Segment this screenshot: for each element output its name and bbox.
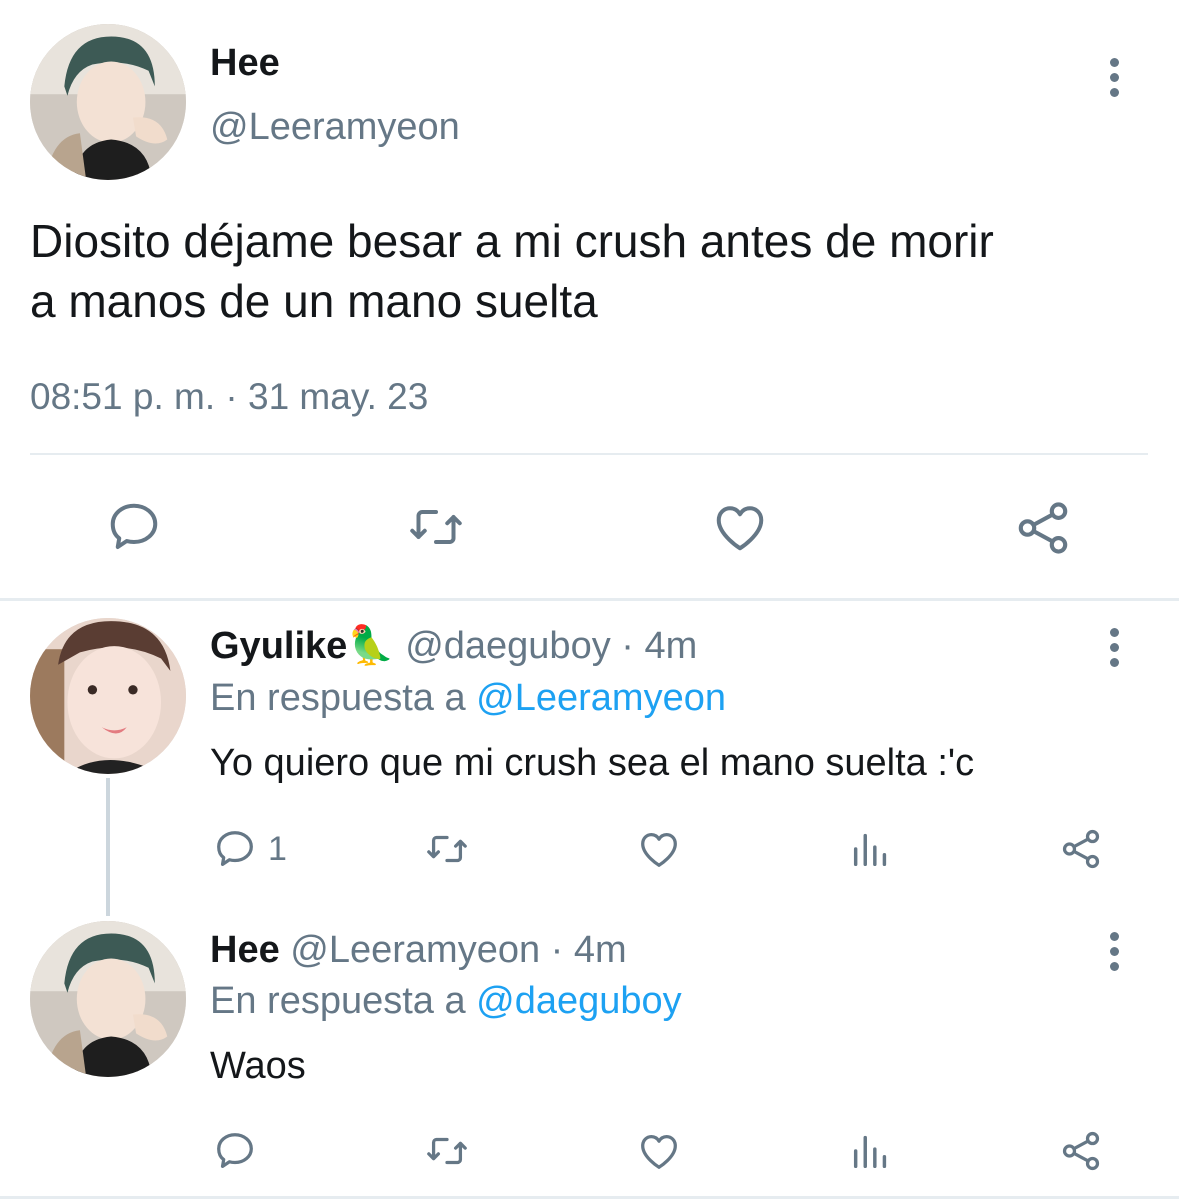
retweet-button[interactable] xyxy=(422,826,472,872)
reply-button[interactable]: 1 xyxy=(212,826,287,872)
like-button[interactable] xyxy=(708,497,772,557)
author-name[interactable]: Gyulike xyxy=(210,625,347,667)
reply-text: Yo quiero que mi crush sea el mano suelt… xyxy=(210,742,975,784)
section-divider xyxy=(0,598,1179,601)
reply-text: Waos xyxy=(210,1045,306,1087)
avatar-image xyxy=(30,921,186,1077)
avatar[interactable] xyxy=(30,921,186,1077)
retweet-icon xyxy=(427,835,467,863)
retweet-button[interactable] xyxy=(406,497,466,557)
parrot-emoji-icon: 🦜 xyxy=(347,625,395,667)
tweet-text-line-2: a manos de un mano suelta xyxy=(30,275,598,327)
avatar[interactable] xyxy=(30,618,186,774)
analytics-icon xyxy=(853,833,887,867)
reply-icon xyxy=(217,831,253,866)
reply-time: · 4m xyxy=(621,625,698,667)
more-options-icon[interactable] xyxy=(1110,932,1120,977)
reply-icon xyxy=(217,1133,253,1168)
share-button[interactable] xyxy=(1058,826,1104,872)
thread-line xyxy=(106,778,110,916)
author-name[interactable]: Hee xyxy=(210,929,280,971)
section-divider xyxy=(0,1196,1179,1199)
avatar[interactable] xyxy=(30,24,186,180)
like-button[interactable] xyxy=(634,1128,684,1174)
share-icon xyxy=(1062,829,1100,869)
tweet-timestamp[interactable]: 08:51 p. m. · 31 may. 23 xyxy=(30,376,428,418)
avatar-image xyxy=(30,24,186,180)
reply-header: Hee @Leeramyeon · 4m xyxy=(210,928,627,972)
in-reply-to: En respuesta a @daeguboy xyxy=(210,980,682,1023)
avatar-image xyxy=(30,618,186,774)
reply-header: Gyulike🦜 @daeguboy · 4m xyxy=(210,624,697,668)
heart-icon xyxy=(716,506,764,551)
author-name[interactable]: Hee xyxy=(210,42,280,85)
in-reply-to: En respuesta a @Leeramyeon xyxy=(210,677,726,720)
author-handle[interactable]: @daeguboy xyxy=(405,625,611,667)
reply-count: 1 xyxy=(268,829,287,868)
author-handle[interactable]: @Leeramyeon xyxy=(210,106,460,149)
in-reply-prefix: En respuesta a xyxy=(210,980,466,1022)
retweet-button[interactable] xyxy=(422,1128,472,1174)
reply-icon xyxy=(110,503,158,549)
retweet-icon xyxy=(410,510,462,544)
more-options-icon[interactable] xyxy=(1110,58,1120,103)
reply-button[interactable] xyxy=(212,1128,258,1174)
analytics-button[interactable] xyxy=(848,1128,894,1174)
more-options-icon[interactable] xyxy=(1110,628,1120,673)
tweet-text-line-1: Diosito déjame besar a mi crush antes de… xyxy=(30,215,994,267)
author-handle[interactable]: @Leeramyeon xyxy=(290,929,540,971)
like-button[interactable] xyxy=(634,826,684,872)
share-button[interactable] xyxy=(1058,1128,1104,1174)
share-button[interactable] xyxy=(1012,497,1074,559)
share-icon xyxy=(1062,1131,1100,1171)
in-reply-link[interactable]: @Leeramyeon xyxy=(476,677,726,719)
heart-icon xyxy=(641,1134,677,1169)
in-reply-prefix: En respuesta a xyxy=(210,677,466,719)
share-icon xyxy=(1018,502,1068,554)
divider xyxy=(30,453,1148,455)
retweet-icon xyxy=(427,1137,467,1165)
reply-time: · 4m xyxy=(550,929,627,971)
reply-button[interactable] xyxy=(104,497,164,557)
in-reply-link[interactable]: @daeguboy xyxy=(476,980,682,1022)
heart-icon xyxy=(641,832,677,867)
analytics-button[interactable] xyxy=(848,826,894,872)
analytics-icon xyxy=(853,1135,887,1169)
